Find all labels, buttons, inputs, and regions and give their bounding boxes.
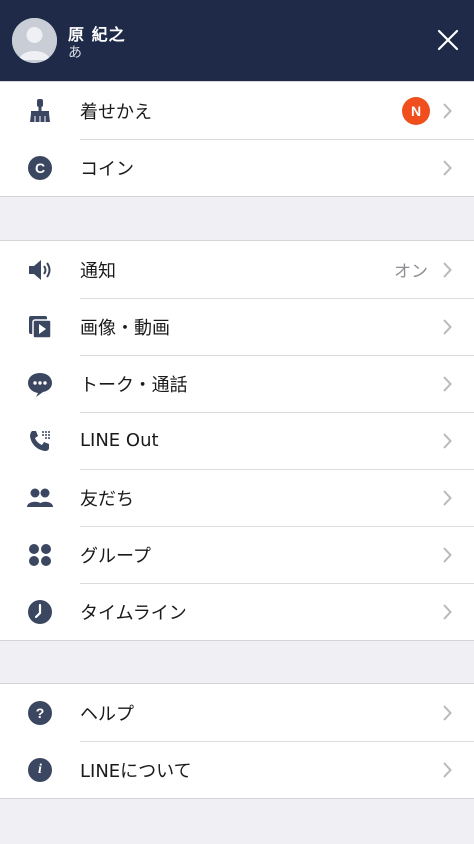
profile-header: 原 紀之 あ (0, 0, 474, 81)
menu-item-help[interactable]: ? ヘルプ (0, 684, 474, 741)
media-icon (26, 313, 54, 341)
menu-item-label: トーク・通話 (80, 374, 188, 396)
chevron-right-icon (443, 318, 452, 335)
menu-item-notifications[interactable]: 通知 オン (0, 241, 474, 298)
chevron-right-icon (443, 375, 452, 392)
close-button[interactable] (432, 24, 464, 56)
chevron-right-icon (443, 261, 452, 278)
new-badge: N (402, 96, 430, 125)
chevron-right-icon (443, 102, 452, 119)
menu-item-label: LINEについて (80, 760, 192, 782)
help-icon: ? (26, 699, 54, 727)
menu-item-label: グループ (80, 545, 151, 567)
clock-icon (26, 598, 54, 626)
menu-item-theme[interactable]: 着せかえ N (0, 82, 474, 139)
avatar[interactable] (12, 18, 57, 63)
menu-item-line-out[interactable]: LINE Out (0, 412, 474, 469)
speaker-icon (26, 256, 54, 284)
menu-item-label: 通知 (80, 260, 116, 282)
profile-status: あ (68, 45, 82, 61)
close-icon (437, 29, 459, 51)
chevron-right-icon (443, 704, 452, 721)
notification-status: オン (394, 262, 428, 282)
chevron-right-icon (443, 603, 452, 620)
menu-item-label: 着せかえ (80, 101, 152, 123)
menu-item-label: ヘルプ (80, 703, 134, 725)
chevron-right-icon (443, 489, 452, 506)
info-icon: i (26, 756, 54, 784)
menu-item-photos-videos[interactable]: 画像・動画 (0, 298, 474, 355)
menu-item-timeline[interactable]: タイムライン (0, 583, 474, 640)
menu-item-chats-calls[interactable]: トーク・通話 (0, 355, 474, 412)
group-icon (26, 541, 54, 569)
menu-item-label: コイン (80, 158, 134, 180)
section-settings: 通知 オン 画像・動画 トーク・通話 LINE Out 友だち グループ タイム… (0, 240, 474, 641)
menu-item-groups[interactable]: グループ (0, 526, 474, 583)
chevron-right-icon (443, 546, 452, 563)
user-silhouette-icon (12, 18, 57, 63)
chevron-right-icon (443, 159, 452, 176)
section-help: ? ヘルプ i LINEについて (0, 683, 474, 799)
menu-item-label: LINE Out (80, 430, 159, 451)
menu-item-about-line[interactable]: i LINEについて (0, 741, 474, 798)
menu-item-label: 画像・動画 (80, 317, 170, 339)
menu-item-label: 友だち (80, 488, 134, 510)
chevron-right-icon (443, 432, 452, 449)
brush-icon (26, 97, 54, 125)
friends-icon (26, 484, 54, 512)
phone-icon (26, 427, 54, 455)
menu-item-coins[interactable]: C コイン (0, 139, 474, 196)
coin-icon: C (26, 154, 54, 182)
section-theme: 着せかえ N C コイン (0, 81, 474, 197)
chevron-right-icon (443, 761, 452, 778)
chat-bubble-icon (26, 370, 54, 398)
menu-item-friends[interactable]: 友だち (0, 469, 474, 526)
menu-item-label: タイムライン (80, 602, 187, 624)
